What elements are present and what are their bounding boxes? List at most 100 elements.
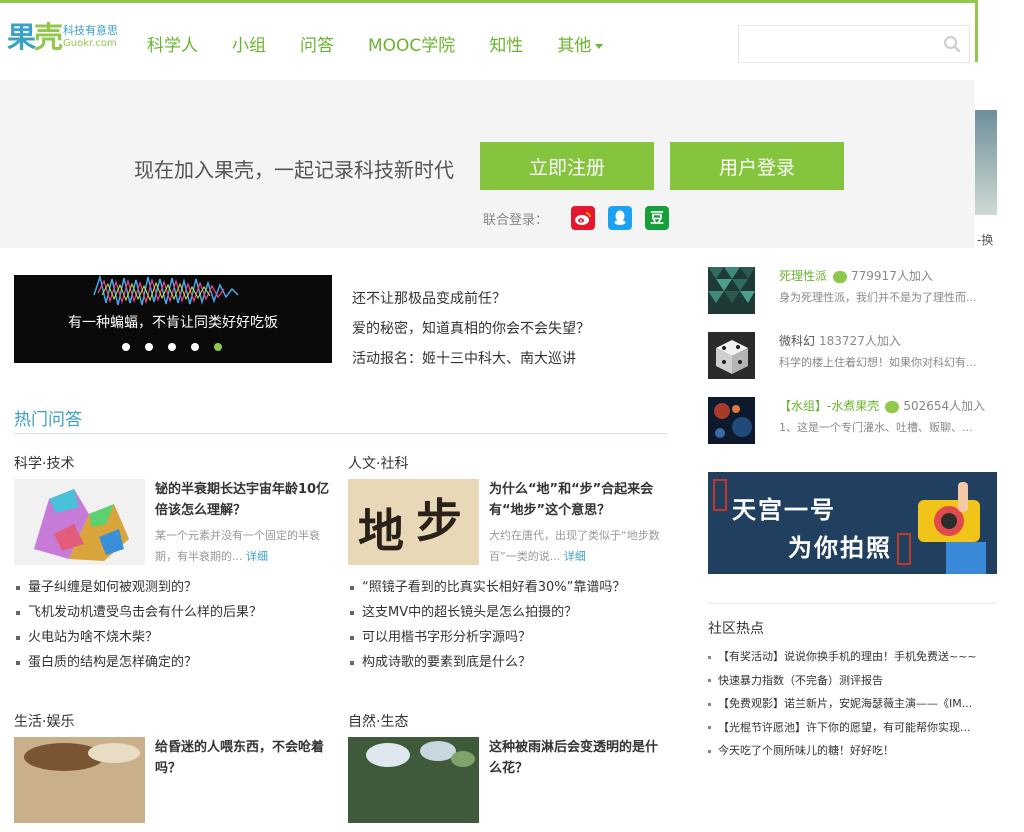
search-input[interactable] bbox=[739, 26, 939, 62]
question-item[interactable]: 这支MV中的超长镜头是怎么拍摄的？ bbox=[348, 604, 668, 629]
question-item[interactable]: 飞机发动机遭受鸟击会有什么样的后果？ bbox=[14, 604, 334, 629]
peek-text: -换 bbox=[977, 233, 994, 247]
group-item[interactable]: 死理性派 779917人加入 身为死理性派，我们并不是为了理性而... bbox=[708, 267, 996, 315]
group-avatar bbox=[708, 267, 755, 314]
nav-item-groups[interactable]: 小组 bbox=[232, 31, 266, 56]
group-avatar bbox=[708, 397, 755, 444]
detail-link[interactable]: 详细 bbox=[564, 550, 586, 563]
site-logo[interactable]: 果壳 科技有意思 Guokr.com bbox=[7, 23, 118, 52]
headline-link[interactable]: 活动报名：姬十三中科大、南大巡讲 bbox=[352, 348, 590, 378]
featured-body: 这种被雨淋后会变透明的是什么花？ bbox=[489, 737, 668, 832]
register-button[interactable]: 立即注册 bbox=[480, 142, 654, 190]
svg-text:地: 地 bbox=[358, 504, 404, 558]
featured-question-title[interactable]: 这种被雨淋后会变透明的是什么花？ bbox=[489, 737, 668, 779]
question-item[interactable]: 构成诗歌的要素到底是什么？ bbox=[348, 654, 668, 679]
side-banner-peek-image bbox=[975, 110, 997, 215]
featured-body: 给昏迷的人喂东西，不会呛着吗？ bbox=[155, 737, 334, 832]
flower-image[interactable] bbox=[348, 737, 479, 823]
featured-question-desc: 某一个元素并没有一个固定的半衰期，有半衰期的... 详细 bbox=[155, 525, 334, 567]
category-life: 生活·娱乐 给昏迷的人喂东西，不会呛着吗？ bbox=[14, 711, 334, 832]
group-name[interactable]: 【水组】-水煮果壳 bbox=[779, 399, 879, 413]
headline-link[interactable]: 爱的秘密，知道真相的你会不会失望？ bbox=[352, 318, 590, 348]
hot-qa-title: 热门问答 bbox=[14, 410, 82, 430]
nav-item-mooc[interactable]: MOOC学院 bbox=[368, 31, 455, 56]
question-item[interactable]: “照镜子看到的比真实长相好看30%”靠谱吗？ bbox=[348, 579, 668, 604]
category-title: 科学·技术 bbox=[14, 456, 75, 472]
group-desc: 1、这是一个专门灌水、吐槽、贩聊、... bbox=[779, 421, 973, 434]
category-title: 自然·生态 bbox=[348, 714, 409, 730]
site-header: 果壳 科技有意思 Guokr.com 科学人 小组 问答 MOOC学院 知性 其… bbox=[0, 0, 975, 80]
group-count: 779917人加入 bbox=[851, 269, 933, 283]
group-name-row: 【水组】-水煮果壳 502654人加入 bbox=[779, 397, 985, 414]
group-avatar bbox=[708, 332, 755, 379]
group-item[interactable]: 微科幻 183727人加入 科学的楼上住着幻想！如果你对科幻有... bbox=[708, 332, 996, 380]
category-science-tech: 科学·技术 铋的半衰期长达宇宙年龄10亿倍该怎么理解？ 某一个元素并没有一个固定… bbox=[14, 453, 334, 679]
featured-body: 为什么“地”和“步”合起来会有“地步”这个意思？ 大约在唐代，出现了类似于“地步… bbox=[489, 479, 668, 574]
featured-desc-text: 某一个元素并没有一个固定的半衰期，有半衰期的... bbox=[155, 529, 320, 563]
community-list: 【有奖活动】说说你换手机的理由！手机免费送~~~ 快速暴力指数（不完备）测评报告… bbox=[708, 648, 996, 766]
community-item[interactable]: 【免费观影】诺兰新片，安妮海瑟薇主演——《IM... bbox=[708, 695, 996, 719]
bismuth-crystal-image[interactable] bbox=[14, 479, 145, 565]
headline-link[interactable]: 还不让那极品变成前任？ bbox=[352, 288, 590, 318]
question-list: 量子纠缠是如何被观测到的？ 飞机发动机遭受鸟击会有什么样的后果？ 火电站为啥不烧… bbox=[14, 579, 334, 679]
group-desc: 科学的楼上住着幻想！如果你对科幻有... bbox=[779, 356, 977, 369]
category-humanities: 人文·社科 地 步 为什么“地”和“步”合起来会有“地步”这个意思？ 大约在唐代… bbox=[348, 453, 668, 679]
search-icon[interactable] bbox=[943, 35, 961, 53]
community-item[interactable]: 【光棍节许愿池】许下你的愿望，有可能帮你实现... bbox=[708, 719, 996, 743]
community-item[interactable]: 【有奖活动】说说你换手机的理由！手机免费送~~~ bbox=[708, 648, 996, 672]
question-item[interactable]: 可以用楷书字形分析字源吗？ bbox=[348, 629, 668, 654]
featured-question: 铋的半衰期长达宇宙年龄10亿倍该怎么理解？ 某一个元素并没有一个固定的半衰期，有… bbox=[14, 479, 334, 574]
slider-dot[interactable] bbox=[122, 343, 130, 351]
slider-dot-active[interactable] bbox=[214, 343, 222, 351]
featured-question-title[interactable]: 为什么“地”和“步”合起来会有“地步”这个意思？ bbox=[489, 479, 668, 521]
douban-icon[interactable]: 豆 bbox=[645, 206, 670, 230]
tiangong-ad-banner[interactable]: 天宫一号 为你拍照 bbox=[708, 472, 997, 574]
login-button[interactable]: 用户登录 bbox=[670, 142, 844, 190]
featured-question: 这种被雨淋后会变透明的是什么花？ bbox=[348, 737, 668, 832]
logo-tagline: 科技有意思 bbox=[63, 24, 119, 38]
nav-item-science[interactable]: 科学人 bbox=[147, 31, 198, 56]
slider-dots bbox=[122, 343, 237, 351]
logo-mark: 果壳 bbox=[7, 20, 63, 54]
group-name[interactable]: 微科幻 bbox=[779, 334, 815, 348]
featured-question-title[interactable]: 铋的半衰期长达宇宙年龄10亿倍该怎么理解？ bbox=[155, 479, 334, 521]
calligraphy-image[interactable]: 地 步 bbox=[348, 479, 479, 565]
detail-link[interactable]: 详细 bbox=[246, 550, 268, 563]
group-item[interactable]: 【水组】-水煮果壳 502654人加入 1、这是一个专门灌水、吐槽、贩聊、... bbox=[708, 397, 996, 445]
slider-dot[interactable] bbox=[145, 343, 153, 351]
community-title: 社区热点 bbox=[708, 621, 764, 637]
logo-domain: Guokr.com bbox=[63, 38, 117, 50]
social-login: 联合登录： 豆 bbox=[483, 206, 670, 230]
slider-dot[interactable] bbox=[168, 343, 176, 351]
main-nav: 科学人 小组 问答 MOOC学院 知性 其他 bbox=[147, 31, 637, 56]
community-item[interactable]: 快速暴力指数（不完备）测评报告 bbox=[708, 672, 996, 696]
caret-down-icon bbox=[595, 43, 604, 49]
headline-links: 还不让那极品变成前任？ 爱的秘密，知道真相的你会不会失望？ 活动报名：姬十三中科… bbox=[352, 288, 590, 378]
qq-icon[interactable] bbox=[608, 206, 633, 230]
nav-item-qa[interactable]: 问答 bbox=[300, 31, 334, 56]
ad-line-2: 为你拍照 bbox=[788, 534, 892, 562]
group-name-row: 微科幻 183727人加入 bbox=[779, 332, 901, 349]
featured-question-desc: 大约在唐代，出现了类似于“地步数百”一类的说... 详细 bbox=[489, 525, 668, 567]
slider-caption: 有一种蝙蝠，不肯让同类好好吃饭 bbox=[68, 315, 278, 331]
join-banner: 现在加入果壳，一起记录科技新时代 立即注册 用户登录 联合登录： 豆 bbox=[0, 80, 975, 248]
community-item[interactable]: 今天吃了个厕所味儿的糖！好好吃！ bbox=[708, 742, 996, 766]
question-item[interactable]: 蛋白质的结构是怎样确定的？ bbox=[14, 654, 334, 679]
food-image[interactable] bbox=[14, 737, 145, 823]
nav-item-more[interactable]: 其他 bbox=[557, 31, 604, 56]
question-item[interactable]: 火电站为啥不烧木柴？ bbox=[14, 629, 334, 654]
logo-text: 科技有意思 Guokr.com bbox=[63, 25, 118, 49]
header-edge-accent bbox=[975, 0, 978, 62]
question-item[interactable]: 量子纠缠是如何被观测到的？ bbox=[14, 579, 334, 604]
group-desc: 身为死理性派，我们并不是为了理性而... bbox=[779, 291, 977, 304]
weibo-icon[interactable] bbox=[571, 206, 596, 230]
search-box bbox=[738, 25, 970, 63]
slider-dot[interactable] bbox=[191, 343, 199, 351]
logo-mark-a: 果 bbox=[7, 20, 36, 54]
group-badge-icon bbox=[885, 400, 900, 413]
featured-question-title[interactable]: 给昏迷的人喂东西，不会呛着吗？ bbox=[155, 737, 334, 779]
nav-item-zhixing[interactable]: 知性 bbox=[489, 31, 523, 56]
featured-slider[interactable]: 有一种蝙蝠，不肯让同类好好吃饭 bbox=[14, 275, 332, 363]
group-count: 502654人加入 bbox=[903, 399, 986, 413]
group-name[interactable]: 死理性派 bbox=[779, 269, 827, 283]
